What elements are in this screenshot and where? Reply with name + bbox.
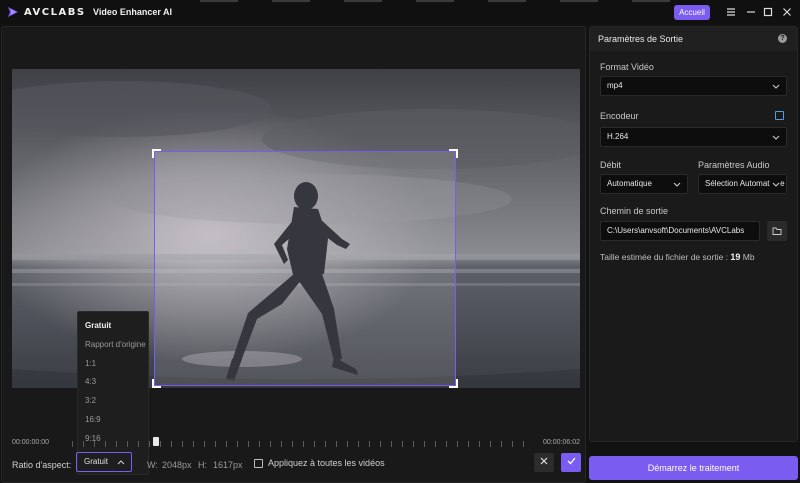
logo-icon (8, 7, 18, 17)
estimated-size: Taille estimée du fichier de sortie : 19… (600, 252, 755, 262)
encoder-select[interactable]: H.264 (600, 127, 787, 147)
logo-text: AVCLABS (24, 6, 86, 18)
bitrate-select[interactable]: Automatique (600, 174, 688, 194)
format-value: mp4 (607, 81, 623, 90)
encoder-value: H.264 (607, 132, 629, 141)
crop-handle-top-left[interactable] (152, 149, 161, 158)
menu-icon[interactable] (725, 6, 737, 18)
confirm-crop-button[interactable] (561, 453, 581, 472)
estimated-size-value: 19 (730, 252, 741, 262)
audio-select[interactable]: Sélection Automatique (698, 174, 787, 194)
top-menu-strip (200, 0, 670, 4)
close-icon[interactable] (781, 6, 793, 18)
apply-all-label: Appliquez à toutes les vidéos (268, 458, 385, 468)
aspect-option[interactable]: Rapport d'origine (78, 336, 148, 355)
maximize-icon[interactable] (762, 6, 774, 18)
title-bar: AVCLABS Video Enhancer AI Accueil (0, 0, 800, 24)
app-logo: AVCLABS (6, 5, 86, 19)
audio-label: Paramètres Audio (698, 160, 770, 170)
apply-all-option[interactable]: Appliquez à toutes les vidéos (254, 458, 385, 468)
minimize-icon[interactable] (745, 6, 757, 18)
aspect-option[interactable]: 3:2 (78, 392, 148, 411)
encoder-label: Encodeur (600, 111, 639, 121)
height-label: H: (198, 460, 207, 470)
chevron-down-icon (673, 175, 681, 193)
crop-handle-bottom-right[interactable] (449, 379, 458, 388)
width-label: W: (147, 460, 158, 470)
timeline-start-time: 00:00:00:00 (12, 439, 49, 446)
check-icon (567, 457, 576, 465)
crop-toolbar: Ratio d'aspect: Gratuit W: 2048px H: 161… (2, 449, 587, 483)
chevron-down-icon (772, 128, 780, 146)
aspect-option[interactable]: 4:3 (78, 373, 148, 392)
output-path-label: Chemin de sortie (600, 206, 669, 216)
aspect-option[interactable]: Gratuit (78, 317, 148, 336)
apply-all-checkbox[interactable] (254, 458, 263, 468)
editor-panel: Gratuit Rapport d'origine 1:1 4:3 3:2 16… (1, 26, 586, 483)
browse-folder-button[interactable] (767, 221, 787, 241)
timeline-ticks (72, 441, 534, 447)
estimated-size-unit: Mb (742, 252, 755, 262)
estimated-size-label: Taille estimée du fichier de sortie : (600, 252, 729, 262)
bitrate-value: Automatique (607, 179, 652, 188)
folder-icon (772, 227, 782, 235)
bitrate-label: Débit (600, 160, 622, 170)
format-label: Format Vidéo (600, 62, 654, 72)
cancel-crop-button[interactable] (534, 453, 554, 472)
panel-title: Paramètres de Sortie (598, 34, 684, 44)
width-value: 2048px (162, 460, 192, 470)
aspect-option[interactable]: 1:1 (78, 355, 148, 374)
chevron-up-icon (117, 453, 125, 477)
crop-box[interactable] (152, 149, 458, 388)
crop-handle-top-right[interactable] (449, 149, 458, 158)
app-name: Video Enhancer AI (93, 7, 173, 17)
timeline-end-time: 00:00:06:02 (543, 439, 580, 446)
home-button[interactable]: Accueil (674, 5, 710, 20)
aspect-option[interactable]: 16:9 (78, 411, 148, 430)
output-path-value: C:\Users\anvsoft\Documents\AVCLabs (607, 226, 745, 235)
format-select[interactable]: mp4 (600, 76, 787, 96)
crop-handle-bottom-left[interactable] (152, 379, 161, 388)
panel-header: Paramètres de Sortie ? (590, 27, 797, 51)
output-settings-panel: Paramètres de Sortie ? Format Vidéo mp4 … (589, 26, 798, 442)
aspect-ratio-value: Gratuit (84, 457, 109, 466)
help-icon[interactable]: ? (778, 34, 787, 43)
aspect-ratio-label: Ratio d'aspect: (12, 460, 72, 470)
start-processing-button[interactable]: Démarrez le traitement (589, 456, 798, 480)
chevron-down-icon (772, 77, 780, 95)
chevron-down-icon (770, 175, 780, 193)
encoder-settings-icon[interactable] (775, 111, 784, 120)
timeline-playhead[interactable] (153, 437, 159, 446)
aspect-ratio-select[interactable]: Gratuit (76, 452, 132, 472)
close-icon (540, 457, 548, 465)
output-path-field[interactable]: C:\Users\anvsoft\Documents\AVCLabs (600, 221, 760, 241)
height-value: 1617px (213, 460, 243, 470)
